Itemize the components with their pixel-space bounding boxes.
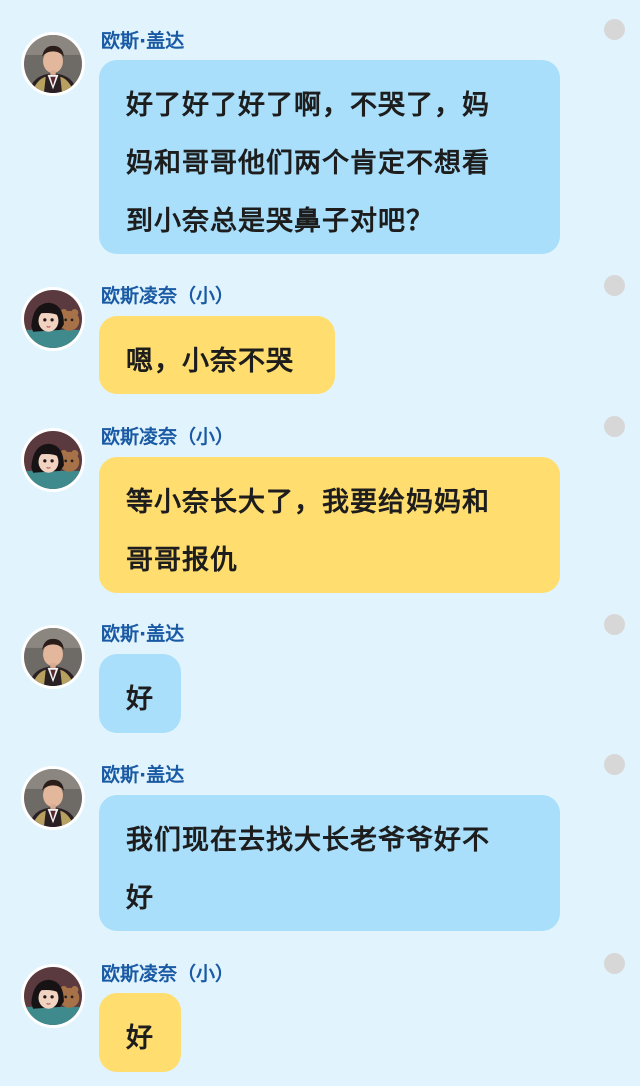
message-bubble[interactable]: 好了好了好了啊，不哭了，妈 妈和哥哥他们两个肯定不想看 到小奈总是哭鼻子对吧？ — [99, 60, 560, 254]
avatar[interactable] — [21, 964, 85, 1028]
message-bubble[interactable]: 我们现在去找大长老爷爷好不 好 — [99, 795, 560, 931]
avatar[interactable] — [21, 625, 85, 689]
man-avatar-icon — [24, 769, 82, 827]
avatar[interactable] — [21, 428, 85, 492]
man-avatar-icon — [24, 35, 82, 93]
message-text: 好 — [126, 684, 154, 715]
sender-name: 欧斯·盖达 — [101, 30, 185, 52]
girl-avatar-icon — [24, 290, 82, 348]
message-bubble[interactable]: 好 — [99, 993, 181, 1072]
select-checkbox[interactable] — [604, 416, 625, 437]
message-text: 妈和哥哥他们两个肯定不想看 — [126, 148, 490, 179]
sender-name: 欧斯凌奈（小） — [101, 426, 235, 448]
message-text: 到小奈总是哭鼻子对吧？ — [126, 206, 434, 237]
sender-name: 欧斯凌奈（小） — [101, 285, 235, 307]
avatar[interactable] — [21, 287, 85, 351]
message-bubble[interactable]: 好 — [99, 654, 181, 733]
message-text: 嗯，小奈不哭 — [126, 346, 294, 377]
girl-avatar-icon — [24, 431, 82, 489]
select-checkbox[interactable] — [604, 275, 625, 296]
sender-name: 欧斯凌奈（小） — [101, 963, 235, 985]
girl-avatar-icon — [24, 967, 82, 1025]
select-checkbox[interactable] — [604, 953, 625, 974]
select-checkbox[interactable] — [604, 614, 625, 635]
message-text: 好 — [126, 883, 154, 914]
message-text: 好 — [126, 1023, 154, 1054]
message-bubble[interactable]: 嗯，小奈不哭 — [99, 316, 335, 394]
message-text: 哥哥报仇 — [126, 545, 238, 576]
sender-name: 欧斯·盖达 — [101, 764, 185, 786]
message-text: 好了好了好了啊，不哭了，妈 — [126, 90, 490, 121]
sender-name: 欧斯·盖达 — [101, 623, 185, 645]
select-checkbox[interactable] — [604, 19, 625, 40]
message-text: 我们现在去找大长老爷爷好不 — [126, 825, 490, 856]
message-text: 等小奈长大了，我要给妈妈和 — [126, 487, 490, 518]
select-checkbox[interactable] — [604, 754, 625, 775]
avatar[interactable] — [21, 766, 85, 830]
avatar[interactable] — [21, 32, 85, 96]
man-avatar-icon — [24, 628, 82, 686]
message-bubble[interactable]: 等小奈长大了，我要给妈妈和 哥哥报仇 — [99, 457, 560, 593]
